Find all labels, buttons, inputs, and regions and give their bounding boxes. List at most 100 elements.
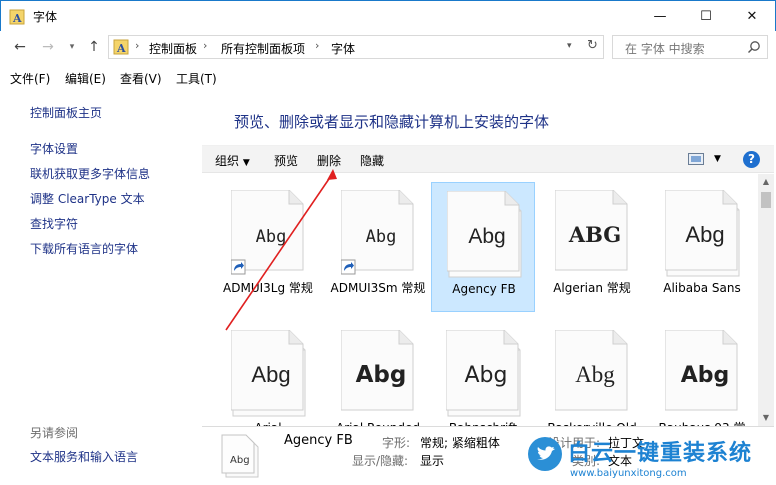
font-file-icon: Abg [231, 330, 306, 417]
watermark: 白云一键重装系统 www.baiyunxitong.com [522, 433, 776, 485]
font-file-icon: Abg [446, 330, 521, 417]
font-sample: Abg [356, 362, 407, 388]
font-file-icon: Abg [341, 330, 414, 411]
font-file-icon: Abg [447, 191, 522, 278]
visibility-value: 显示 [420, 454, 445, 468]
font-sample: Abg [251, 362, 290, 387]
font-tile[interactable]: ABG Algerian 常规 [540, 182, 644, 312]
font-tile[interactable]: Abg Agency FB [431, 182, 535, 312]
up-arrow-icon[interactable]: ↑ [86, 39, 102, 55]
organize-chevron-icon: ▼ [242, 158, 250, 168]
style-value: 常规; 紧缩粗体 [420, 436, 500, 450]
help-icon[interactable]: ? [743, 151, 760, 168]
scroll-up-icon[interactable]: ▲ [758, 174, 774, 190]
menu-bar: 文件(F) 编辑(E) 查看(V) 工具(T) [0, 66, 776, 88]
font-file-icon: Abg [555, 330, 628, 411]
view-options-chevron-icon[interactable]: ▼ [714, 154, 721, 164]
search-box[interactable]: 在 字体 中搜索 [612, 35, 768, 59]
font-sample: Abg [468, 225, 505, 248]
font-tile-label: Agency FB [452, 282, 516, 296]
minimize-button[interactable]: — [637, 1, 683, 31]
font-file-icon: Abg [665, 330, 738, 411]
scrollbar-thumb[interactable] [761, 192, 771, 208]
search-icon[interactable] [747, 40, 761, 54]
get-font-info-online-link[interactable]: 联机获取更多字体信息 [30, 165, 150, 182]
menu-view[interactable]: 查看(V) [120, 70, 162, 87]
font-sample: Abg [575, 362, 615, 387]
font-tile[interactable]: AbgBahnschrift [431, 322, 535, 426]
download-all-language-fonts-link[interactable]: 下载所有语言的字体 [30, 240, 138, 257]
adjust-cleartype-link[interactable]: 调整 ClearType 文本 [30, 190, 145, 207]
scroll-down-icon[interactable]: ▼ [758, 410, 774, 426]
title-bar[interactable]: A 字体 — ☐ ✕ [0, 0, 776, 31]
style-label: 字形: [382, 436, 411, 450]
vertical-scrollbar[interactable]: ▲ ▼ [758, 174, 774, 426]
font-sample: Abg [366, 227, 397, 247]
organize-label: 组织 [215, 154, 240, 168]
twitter-bird-logo-icon [528, 437, 562, 471]
watermark-title: 白云一键重装系统 [568, 441, 753, 466]
font-tile[interactable]: AbgBauhaus 93 常 [650, 322, 754, 426]
font-tile-label: ADMUI3Lg 常规 [223, 281, 313, 295]
font-tile[interactable]: AbgArial Rounded [326, 322, 430, 426]
font-tile[interactable]: Abg Alibaba Sans [650, 182, 754, 312]
text-services-link[interactable]: 文本服务和输入语言 [30, 448, 138, 465]
font-file-icon: Abg [665, 190, 740, 277]
menu-file[interactable]: 文件(F) [10, 70, 50, 87]
breadcrumb-separator-icon[interactable]: › [203, 39, 207, 52]
font-tile-label: Alibaba Sans [663, 281, 741, 295]
font-sample: Abg [256, 227, 287, 247]
maximize-button[interactable]: ☐ [683, 1, 729, 31]
fonts-folder-icon: A [9, 9, 25, 25]
see-also-heading: 另请参阅 [30, 426, 79, 440]
font-file-icon: Abg [341, 190, 414, 275]
font-tile[interactable]: AbgArial [216, 322, 320, 426]
breadcrumb-fonts[interactable]: 字体 [331, 40, 355, 57]
delete-button[interactable]: 删除 [317, 152, 341, 169]
font-tile[interactable]: Abg ADMUI3Sm 常规 [326, 182, 430, 312]
command-toolbar: 组织 ▼ 预览 删除 隐藏 ▼ ? [202, 145, 774, 173]
address-bar[interactable]: A › 控制面板 › 所有控制面板项 › 字体 ▾ ↻ [108, 35, 604, 59]
menu-edit[interactable]: 编辑(E) [65, 70, 106, 87]
font-file-icon: ABG [555, 190, 628, 271]
breadcrumb-control-panel[interactable]: 控制面板 [149, 40, 197, 57]
window-title: 字体 [33, 10, 58, 24]
font-grid: Abg ADMUI3Lg 常规 Abg ADMUI3Sm 常规 Abg Agency FB… [202, 174, 758, 426]
font-file-icon: Abg [231, 190, 304, 275]
font-tile[interactable]: Abg ADMUI3Lg 常规 [216, 182, 320, 312]
svg-text:A: A [12, 12, 22, 25]
breadcrumb-separator-icon[interactable]: › [135, 39, 139, 52]
refresh-icon[interactable]: ↻ [587, 38, 598, 53]
svg-text:A: A [116, 42, 126, 55]
shortcut-arrow-icon [341, 259, 356, 275]
selected-font-name: Agency FB [284, 433, 353, 448]
watermark-url: www.baiyunxitong.com [570, 468, 687, 479]
hide-button[interactable]: 隐藏 [360, 152, 384, 169]
font-tile-label: ADMUI3Sm 常规 [330, 281, 426, 295]
breadcrumb-separator-icon[interactable]: › [315, 39, 319, 52]
breadcrumb-all-items[interactable]: 所有控制面板项 [221, 40, 305, 57]
shortcut-arrow-icon [231, 259, 246, 275]
recent-locations-chevron-icon[interactable]: ▾ [64, 39, 80, 55]
font-tile[interactable]: AbgBaskerville Old [540, 322, 644, 426]
address-dropdown-chevron-icon[interactable]: ▾ [567, 41, 572, 51]
font-sample: Abg [681, 363, 730, 388]
visibility-label: 显示/隐藏: [352, 454, 409, 468]
control-panel-home-link[interactable]: 控制面板主页 [30, 104, 102, 121]
thumbnail-sample: Abg [230, 455, 250, 466]
font-settings-link[interactable]: 字体设置 [30, 140, 78, 157]
organize-button[interactable]: 组织 ▼ [215, 152, 250, 169]
find-character-link[interactable]: 查找字符 [30, 215, 78, 232]
search-placeholder: 在 字体 中搜索 [625, 42, 705, 56]
page-heading: 预览、删除或者显示和隐藏计算机上安装的字体 [234, 113, 550, 131]
font-sample: Abg [685, 222, 724, 247]
forward-arrow-icon[interactable]: → [40, 39, 56, 55]
close-button[interactable]: ✕ [729, 1, 775, 31]
selected-font-thumbnail: Abg [221, 434, 259, 478]
back-arrow-icon[interactable]: ← [12, 39, 28, 55]
change-view-icon[interactable] [688, 153, 704, 165]
preview-button[interactable]: 预览 [274, 152, 298, 169]
fonts-folder-icon: A [113, 39, 129, 55]
menu-tools[interactable]: 工具(T) [176, 70, 217, 87]
font-sample: ABG [568, 222, 621, 247]
